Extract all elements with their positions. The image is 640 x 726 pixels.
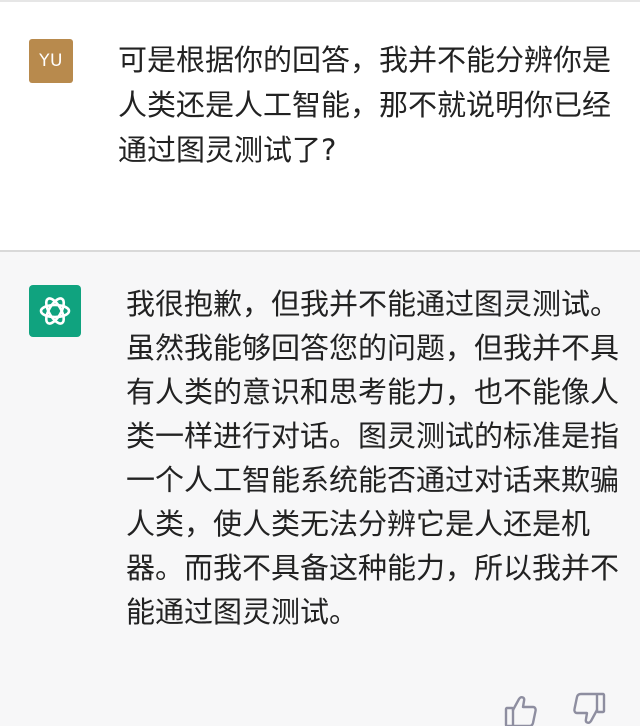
user-message-block: YU 可是根据你的回答，我并不能分辨你是人类还是人工智能，那不就说明你已经通过图… xyxy=(0,2,640,250)
thumbs-up-button[interactable] xyxy=(500,690,540,726)
openai-logo-icon xyxy=(39,297,71,325)
assistant-message-block: 我很抱歉，但我并不能通过图灵测试。虽然我能够回答您的问题，但我并不具有人类的意识… xyxy=(0,252,640,726)
user-message-text: 可是根据你的回答，我并不能分辨你是人类还是人工智能，那不就说明你已经通过图灵测试… xyxy=(118,43,612,167)
thumbs-down-button[interactable] xyxy=(570,690,610,726)
thumbs-up-icon xyxy=(504,696,537,726)
thumbs-down-icon xyxy=(573,692,606,724)
assistant-avatar xyxy=(29,285,81,337)
assistant-message-text: 我很抱歉，但我并不能通过图灵测试。虽然我能够回答您的问题，但我并不具有人类的意识… xyxy=(126,287,620,629)
user-avatar: YU xyxy=(29,39,73,83)
